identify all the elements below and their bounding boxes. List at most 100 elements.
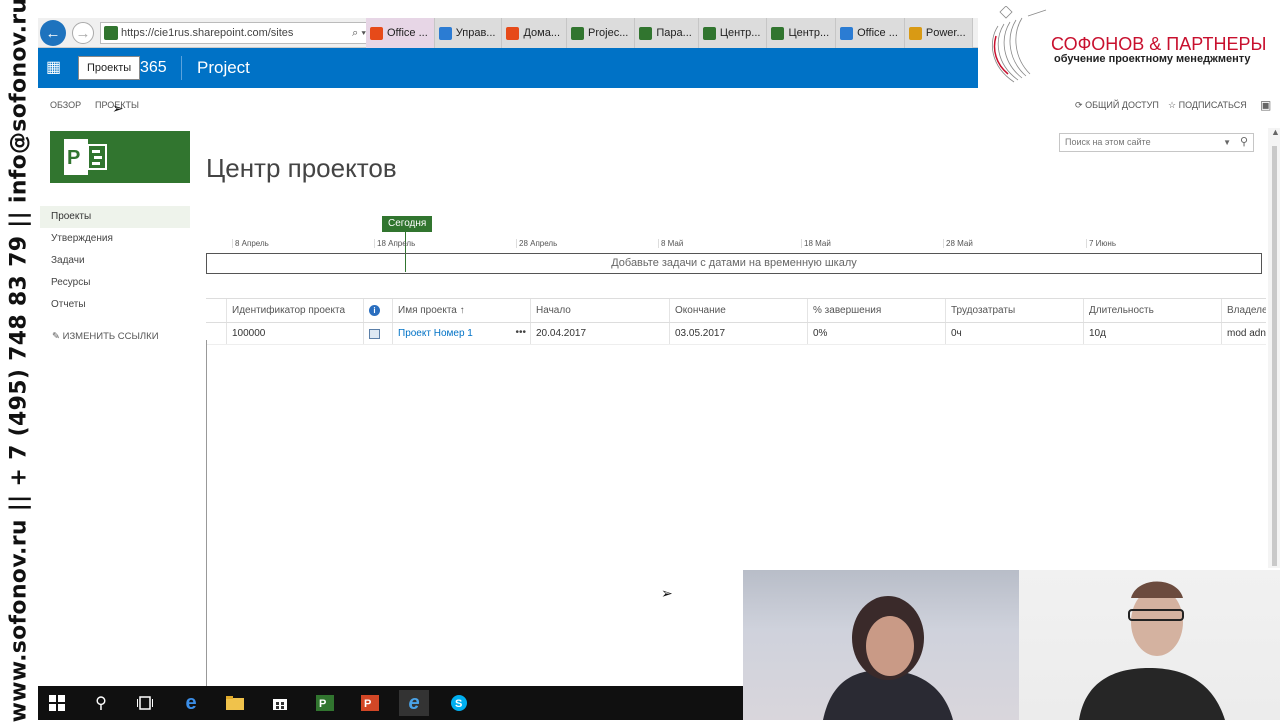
browser-tab-label: Центр...	[788, 27, 830, 39]
forward-button[interactable]: →	[72, 22, 94, 44]
search-icon: ⚲	[95, 695, 107, 712]
browser-tab[interactable]: Projec...	[567, 18, 636, 48]
svg-text:P: P	[67, 147, 80, 169]
browser-tab[interactable]: Дома...	[502, 18, 568, 48]
nav-item-approvals[interactable]: Утверждения	[40, 228, 190, 250]
windows-logo-icon	[49, 695, 65, 711]
browser-tab-label: Центр...	[719, 27, 761, 39]
timeline-drop-area[interactable]: Добавьте задачи с датами на временную шк…	[206, 253, 1262, 274]
task-view-icon	[137, 696, 153, 710]
mouse-cursor-icon: ➢	[661, 585, 673, 601]
edge-taskbar-button[interactable]: e	[176, 690, 206, 716]
browser-tab[interactable]: Office ...	[366, 18, 435, 48]
svg-text:S: S	[455, 698, 462, 710]
column-header-duration[interactable]: Длительность	[1083, 299, 1221, 322]
column-header-start[interactable]: Начало	[530, 299, 669, 322]
browser-tab-label: Projec...	[588, 27, 629, 39]
brand-mark-icon	[991, 6, 1047, 83]
timeline-tick: 8 Май	[658, 239, 683, 248]
tab-favicon-icon	[506, 26, 520, 40]
edge-icon: e	[185, 691, 197, 714]
mouse-cursor-icon: ➢	[112, 100, 124, 116]
suite-bar: ▦ 365 Project	[38, 48, 978, 88]
start-button[interactable]	[42, 690, 72, 716]
brand-logo: СОФОНОВ & ПАРТНЕРЫ обучение проектному м…	[978, 0, 1280, 88]
store-taskbar-button[interactable]	[265, 690, 295, 716]
explorer-taskbar-button[interactable]	[220, 690, 250, 716]
tab-favicon-icon	[771, 26, 785, 40]
column-header-name[interactable]: Имя проекта ↑	[392, 299, 530, 322]
tab-favicon-icon	[908, 26, 922, 40]
column-header-owner[interactable]: Владеле	[1221, 299, 1266, 322]
site-search-input[interactable]: Поиск на этом сайте ▼ ⚲	[1059, 133, 1254, 152]
cell-finish: 03.05.2017	[669, 323, 807, 344]
office365-brand[interactable]: 365	[140, 59, 167, 77]
svg-text:P: P	[364, 698, 371, 710]
project-link[interactable]: Проект Номер 1	[398, 328, 473, 339]
follow-button[interactable]: ☆ ПОДПИСАТЬСЯ	[1168, 100, 1247, 111]
address-bar[interactable]: https://cie1rus.sharepoint.com/sites ⌕ ▾…	[100, 22, 400, 44]
column-header-finish[interactable]: Окончание	[669, 299, 807, 322]
nav-item-reports[interactable]: Отчеты	[40, 294, 190, 316]
cell-id: 100000	[226, 323, 363, 344]
edit-links-button[interactable]: ✎ ИЗМЕНИТЬ ССЫЛКИ	[52, 331, 159, 342]
table-row[interactable]: 100000 Проект Номер 1 ••• 20.04.2017 03.…	[206, 323, 1266, 345]
scrollbar-thumb[interactable]	[1272, 146, 1277, 566]
timeline-tick: 28 Апрель	[516, 239, 557, 248]
cell-work: 0ч	[945, 323, 1083, 344]
webcam-presenter-1	[743, 570, 1019, 720]
follow-label: ПОДПИСАТЬСЯ	[1178, 100, 1247, 110]
skype-icon: S	[451, 695, 467, 711]
internet-explorer-icon: e	[408, 691, 420, 714]
ie-taskbar-button[interactable]: e	[399, 690, 429, 716]
browser-tab[interactable]: Центр...	[767, 18, 837, 48]
project-taskbar-button[interactable]: P	[310, 690, 340, 716]
powerpoint-icon: P	[361, 695, 379, 711]
svg-text:P: P	[319, 698, 326, 710]
search-icon[interactable]: ⚲	[1240, 134, 1248, 151]
share-button[interactable]: ⟳ ОБЩИЙ ДОСТУП	[1075, 100, 1159, 111]
chevron-down-icon[interactable]: ▼	[1223, 134, 1231, 151]
browser-tab[interactable]: Office ...	[836, 18, 905, 48]
browser-tab-label: Пара...	[656, 27, 692, 39]
scroll-up-icon[interactable]: ▲	[1271, 127, 1280, 137]
project-site-logo[interactable]: P	[50, 131, 190, 183]
app-title[interactable]: Project	[197, 58, 250, 78]
grid-header-row: Идентификатор проекта i Имя проекта ↑ На…	[206, 299, 1266, 323]
app-launcher-icon[interactable]: ▦	[46, 60, 62, 76]
focus-mode-icon[interactable]: ▣	[1260, 98, 1271, 112]
tab-favicon-icon	[702, 26, 716, 40]
skype-taskbar-button[interactable]: S	[444, 690, 474, 716]
nav-item-projects[interactable]: Проекты	[40, 206, 190, 228]
back-button[interactable]: ←	[40, 20, 66, 46]
folder-icon	[226, 696, 244, 710]
tab-overview[interactable]: ОБЗОР	[50, 100, 81, 110]
select-all-cell[interactable]	[206, 299, 226, 322]
presenter-silhouette-icon	[823, 596, 953, 720]
browser-tab[interactable]: Power...	[904, 18, 973, 48]
column-header-complete[interactable]: % завершения	[807, 299, 945, 322]
task-view-button[interactable]	[130, 690, 160, 716]
row-select-cell[interactable]	[206, 323, 226, 344]
search-taskbar-button[interactable]: ⚲	[86, 690, 116, 716]
page-title: Центр проектов	[206, 153, 397, 183]
timeline-tick: 18 Май	[801, 239, 831, 248]
nav-item-resources[interactable]: Ресурсы	[40, 272, 190, 294]
browser-tab-label: Office ...	[387, 27, 428, 39]
browser-tab[interactable]: Пара...	[635, 18, 699, 48]
powerpoint-taskbar-button[interactable]: P	[355, 690, 385, 716]
timeline: Сегодня 8 Апрель 18 Апрель 28 Апрель 8 М…	[206, 214, 1262, 274]
project-type-icon	[369, 328, 380, 339]
brand-tagline: обучение проектному менеджменту	[1054, 53, 1251, 65]
browser-tab[interactable]: Управ...	[434, 18, 503, 48]
share-icon: ⟳	[1075, 100, 1083, 110]
contact-banner-text: www.sofonov.ru || + 7 (495) 748 83 79 ||…	[6, 0, 32, 723]
column-header-work[interactable]: Трудозатраты	[945, 299, 1083, 322]
timeline-tick: 18 Апрель	[374, 239, 415, 248]
more-options-icon[interactable]: •••	[515, 327, 526, 338]
cell-start: 20.04.2017	[530, 323, 669, 344]
site-tabs: ОБЗОР ПРОЕКТЫ ⟳ ОБЩИЙ ДОСТУП ☆ ПОДПИСАТЬ…	[38, 96, 1280, 116]
column-header-id[interactable]: Идентификатор проекта	[226, 299, 363, 322]
nav-item-tasks[interactable]: Задачи	[40, 250, 190, 272]
browser-tab[interactable]: Центр...	[698, 18, 768, 48]
